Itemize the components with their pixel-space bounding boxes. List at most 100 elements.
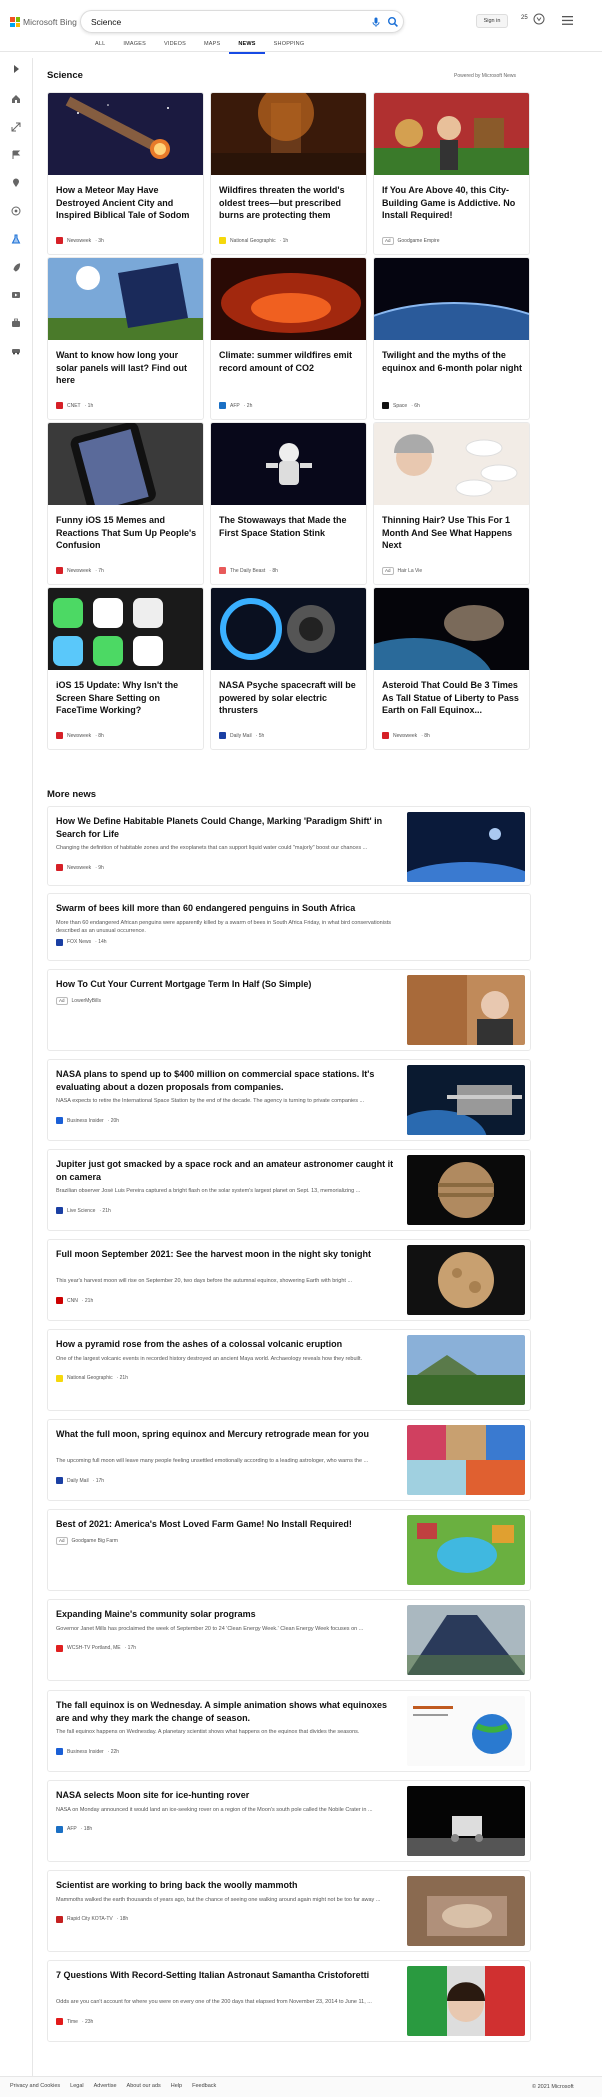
news-row[interactable]: Jupiter just got smacked by a space rock… (47, 1149, 531, 1231)
card-title[interactable]: Twilight and the myths of the equinox an… (382, 349, 524, 374)
news-row[interactable]: Scientist are working to bring back the … (47, 1870, 531, 1952)
row-source[interactable]: AFP (67, 1826, 77, 1832)
rewards-count[interactable]: 25 (521, 15, 528, 21)
news-row[interactable]: Swarm of bees kill more than 60 endanger… (47, 893, 531, 961)
thruster-image[interactable] (211, 588, 367, 670)
row-source[interactable]: Rapid City KOTA-TV (67, 1916, 113, 1922)
row-title[interactable]: Best of 2021: America's Most Loved Farm … (56, 1518, 396, 1531)
card-title[interactable]: Thinning Hair? Use This For 1 Month And … (382, 514, 524, 552)
science-flask-icon[interactable] (11, 234, 21, 244)
home-icon[interactable] (11, 94, 21, 104)
space-station-image[interactable] (407, 1065, 525, 1135)
equinox-diagram-image[interactable] (407, 1696, 525, 1766)
footer-about-ads-link[interactable]: About our ads (127, 2083, 161, 2089)
microphone-icon[interactable] (370, 16, 382, 28)
card-title[interactable]: Climate: summer wildfires emit record am… (219, 349, 361, 374)
row-source[interactable]: CNN (67, 1298, 78, 1304)
row-title[interactable]: How a pyramid rose from the ashes of a c… (56, 1338, 396, 1351)
tab-all[interactable]: ALL (86, 41, 114, 54)
news-card[interactable]: NASA Psyche spacecraft will be powered b… (210, 587, 367, 750)
row-source[interactable]: LowerMyBills (72, 998, 101, 1004)
news-card[interactable]: Twilight and the myths of the equinox an… (373, 257, 530, 420)
row-source[interactable]: Live Science (67, 1208, 95, 1214)
footer-feedback-link[interactable]: Feedback (192, 2083, 216, 2089)
row-source[interactable]: WCSH-TV Portland, ME (67, 1645, 121, 1651)
search-icon[interactable] (387, 16, 399, 28)
tab-shopping[interactable]: SHOPPING (265, 41, 314, 54)
hamburger-menu-icon[interactable] (562, 16, 573, 25)
row-source[interactable]: Business Insider (67, 1118, 104, 1124)
row-title[interactable]: Swarm of bees kill more than 60 endanger… (56, 902, 396, 915)
card-source[interactable]: Newsweek (67, 568, 91, 574)
pyramid-image[interactable] (407, 1335, 525, 1405)
card-title[interactable]: Funny iOS 15 Memes and Reactions That Su… (56, 514, 198, 552)
card-source[interactable]: Newsweek (393, 733, 417, 739)
moon-image[interactable] (407, 1245, 525, 1315)
powered-by-label[interactable]: Powered by Microsoft News (454, 73, 516, 79)
phone-image[interactable] (48, 423, 204, 505)
card-title[interactable]: Asteroid That Could Be 3 Times As Tall S… (382, 679, 524, 717)
meteor-image[interactable] (48, 93, 204, 175)
news-card[interactable]: Funny iOS 15 Memes and Reactions That Su… (47, 422, 204, 585)
row-title[interactable]: 7 Questions With Record-Setting Italian … (56, 1969, 396, 1982)
rover-image[interactable] (407, 1786, 525, 1856)
row-source[interactable]: Business Insider (67, 1749, 104, 1755)
row-source[interactable]: Daily Mail (67, 1478, 89, 1484)
news-row[interactable]: Expanding Maine's community solar progra… (47, 1599, 531, 1681)
farm-game-image[interactable] (407, 1515, 525, 1585)
card-source[interactable]: AFP (230, 403, 240, 409)
news-row[interactable]: The fall equinox is on Wednesday. A simp… (47, 1690, 531, 1772)
collage-image[interactable] (407, 1425, 525, 1495)
row-title[interactable]: Jupiter just got smacked by a space rock… (56, 1158, 396, 1183)
row-source[interactable]: FOX News (67, 939, 91, 945)
footer-help-link[interactable]: Help (171, 2083, 182, 2089)
card-source[interactable]: The Daily Beast (230, 568, 265, 574)
news-row[interactable]: NASA plans to spend up to $400 million o… (47, 1059, 531, 1141)
card-title[interactable]: If You Are Above 40, this City-Building … (382, 184, 524, 222)
card-source[interactable]: National Geographic (230, 238, 276, 244)
news-card[interactable]: Climate: summer wildfires emit record am… (210, 257, 367, 420)
footer-advertise-link[interactable]: Advertise (94, 2083, 117, 2089)
news-row[interactable]: What the full moon, spring equinox and M… (47, 1419, 531, 1501)
globe-icon[interactable] (11, 206, 21, 216)
tab-images[interactable]: IMAGES (114, 41, 155, 54)
location-pin-icon[interactable] (11, 178, 21, 188)
card-title[interactable]: Want to know how long your solar panels … (56, 349, 198, 387)
mortgage-image[interactable] (407, 975, 525, 1045)
bing-logo[interactable]: Microsoft Bing (10, 15, 77, 29)
news-row[interactable]: How We Define Habitable Planets Could Ch… (47, 806, 531, 886)
card-title[interactable]: The Stowaways that Made the First Space … (219, 514, 361, 539)
card-title[interactable]: iOS 15 Update: Why Isn't the Screen Shar… (56, 679, 198, 717)
row-title[interactable]: Expanding Maine's community solar progra… (56, 1608, 396, 1621)
card-source[interactable]: CNET (67, 403, 81, 409)
card-source[interactable]: Newsweek (67, 733, 91, 739)
tab-videos[interactable]: VIDEOS (155, 41, 195, 54)
sign-in-button[interactable]: Sign in (476, 14, 508, 28)
tab-news[interactable]: NEWS (229, 41, 265, 54)
expand-arrow-icon[interactable] (11, 64, 21, 74)
solar-panel-image[interactable] (48, 258, 204, 340)
news-row[interactable]: 7 Questions With Record-Setting Italian … (47, 1960, 531, 2042)
card-title[interactable]: How a Meteor May Have Destroyed Ancient … (56, 184, 198, 222)
asteroid-image[interactable] (374, 588, 530, 670)
rewards-medal-icon[interactable] (533, 13, 545, 25)
news-row[interactable]: How To Cut Your Current Mortgage Term In… (47, 969, 531, 1051)
row-title[interactable]: Scientist are working to bring back the … (56, 1879, 396, 1892)
wildfire-image[interactable] (211, 258, 367, 340)
astronaut-image[interactable] (211, 423, 367, 505)
row-title[interactable]: NASA plans to spend up to $400 million o… (56, 1068, 396, 1093)
news-card[interactable]: iOS 15 Update: Why Isn't the Screen Shar… (47, 587, 204, 750)
car-icon[interactable] (11, 346, 21, 356)
jupiter-image[interactable] (407, 1155, 525, 1225)
news-card[interactable]: How a Meteor May Have Destroyed Ancient … (47, 92, 204, 255)
rocket-icon[interactable] (11, 262, 21, 272)
briefcase-icon[interactable] (11, 318, 21, 328)
row-title[interactable]: Full moon September 2021: See the harves… (56, 1248, 396, 1261)
earth-image[interactable] (374, 258, 530, 340)
news-card[interactable]: Thinning Hair? Use This For 1 Month And … (373, 422, 530, 585)
video-icon[interactable] (11, 290, 21, 300)
news-card[interactable]: Wildfires threaten the world's oldest tr… (210, 92, 367, 255)
solar-farm-image[interactable] (407, 1605, 525, 1675)
card-source[interactable]: Hair La Vie (398, 568, 423, 574)
news-card[interactable]: Want to know how long your solar panels … (47, 257, 204, 420)
